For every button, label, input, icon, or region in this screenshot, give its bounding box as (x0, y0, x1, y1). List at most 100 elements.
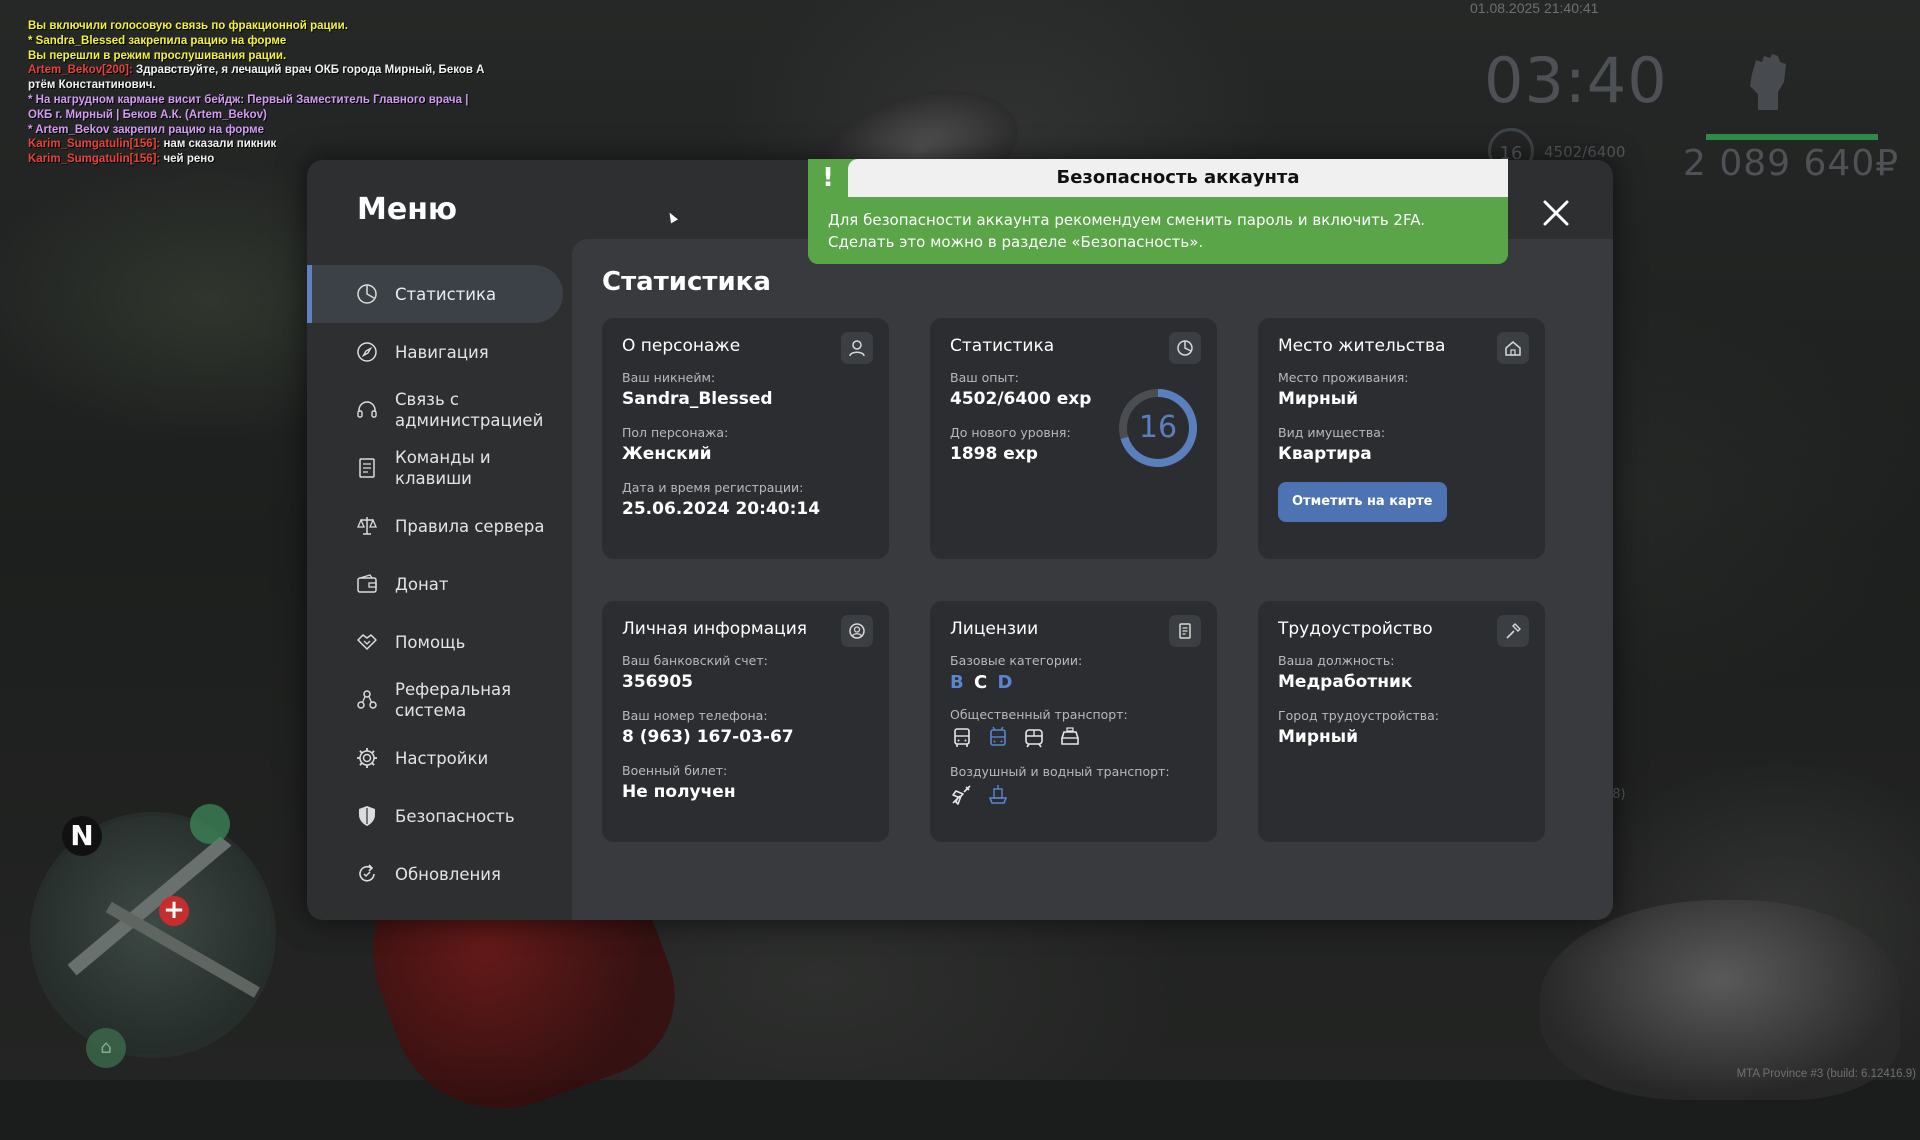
chat-line: ОКБ г. Мирный | Беков А.К. (Artem_Bekov) (28, 108, 508, 123)
chat-text: ртём Константинович. (28, 79, 156, 92)
chat-text: Karim_Sumgatulin[156]: (28, 138, 164, 151)
handshake-icon (355, 630, 379, 654)
field-label: Пол персонажа: (622, 425, 729, 440)
sidebar-item-label: Помощь (395, 632, 466, 652)
nickname-value: Sandra_Blessed (622, 389, 773, 409)
bank-account-value: 356905 (622, 672, 693, 692)
headset-icon (355, 398, 379, 422)
sidebar-item[interactable]: Связь с администрацией (307, 381, 563, 439)
chat-text: Karim_Sumgatulin[156]: (28, 153, 164, 166)
card-heading: Статистика (950, 336, 1055, 356)
field-label: Ваш никнейм: (622, 370, 716, 385)
menu-title: Меню (357, 192, 458, 227)
gear-icon (355, 746, 379, 770)
chat-line: Вы перешли в режим прослушивания рации. (28, 49, 508, 64)
card-heading: Личная информация (622, 619, 808, 639)
sidebar-item[interactable]: Навигация (307, 323, 563, 381)
hud-money: 2 089 640₽ (1683, 143, 1900, 184)
field-label: Общественный транспорт: (950, 707, 1128, 722)
sidebar-item[interactable]: Настройки (307, 729, 563, 787)
plane-icon (952, 785, 971, 805)
military-ticket-value: Не получен (622, 782, 736, 802)
notification-line: Сделать это можно в разделе «Безопасност… (828, 233, 1204, 251)
warning-icon: ! (822, 163, 834, 193)
car-marker-icon (190, 804, 230, 844)
bank-marker-icon: ⌂ (86, 1028, 126, 1068)
chat-text: * Artem_Bekov закрепил рацию на форме (28, 123, 265, 136)
sidebar-item[interactable]: Помощь (307, 613, 563, 671)
sidebar-item-label: Статистика (395, 284, 497, 304)
sidebar-item[interactable]: Реферальная система (307, 671, 563, 729)
refresh-icon (355, 862, 379, 886)
mark-on-map-button[interactable]: Отметить на карте (1278, 482, 1447, 522)
gender-value: Женский (622, 444, 712, 464)
sidebar-item[interactable]: Безопасность (307, 787, 563, 845)
field-label: Вид имущества: (1278, 425, 1386, 440)
pie-chart-icon (1169, 332, 1201, 364)
hud-health-bar (1706, 134, 1878, 140)
employment-card: Трудоустройство Ваша должность: Медработ… (1258, 601, 1545, 842)
sidebar-item[interactable]: Донат (307, 555, 563, 613)
license-categories: B C D (950, 672, 1197, 693)
chat-line: * На нагрудном кармане висит бейдж: Перв… (28, 93, 508, 108)
card-heading: Трудоустройство (1278, 619, 1433, 639)
sidebar-item[interactable]: Правила сервера (307, 497, 563, 555)
menu-sidebar: Статистика Навигация Связь с администрацие… (307, 265, 563, 903)
chat-text: нам сказали пикник (163, 138, 277, 151)
user-icon (841, 332, 873, 364)
pie-chart-icon (355, 282, 379, 306)
chat-line: Вы включили голосовую связь по фракционн… (28, 19, 508, 34)
security-notification: ! Безопасность аккаунта Для безопасности… (808, 159, 1508, 264)
document-icon (355, 456, 379, 480)
sidebar-item-label: Донат (395, 574, 449, 594)
sidebar-item-label: Реферальная система (395, 680, 512, 720)
chat-line: Artem_Bekov[200]: Здравствуйте, я лечащи… (28, 63, 508, 78)
hud-clock: 03:40 (1484, 44, 1668, 117)
hud-exp: 4502/6400 (1544, 143, 1626, 161)
sidebar-item-label: Навигация (395, 342, 489, 362)
chat-text: чей рено (163, 153, 215, 166)
content-title: Статистика (602, 267, 771, 297)
license-category-b: B (950, 672, 966, 693)
notification-title: Безопасность аккаунта (848, 159, 1508, 197)
licenses-card: Лицензии Базовые категории: B C D Общест… (930, 601, 1217, 842)
sidebar-item-label: Безопасность (395, 806, 515, 826)
card-heading: Лицензии (950, 619, 1039, 639)
compass-icon (355, 340, 379, 364)
referral-icon (355, 688, 379, 712)
chat-text: Artem_Bekov[200]: (28, 64, 137, 77)
sidebar-item[interactable]: Обновления (307, 845, 563, 903)
personal-info-card: Личная информация Ваш банковский счет: 3… (602, 601, 889, 842)
field-label: Базовые категории: (950, 653, 1083, 668)
close-button[interactable] (1539, 196, 1573, 230)
sidebar-item-label: Обновления (395, 864, 501, 884)
chat-line: ртём Константинович. (28, 78, 508, 93)
chat-text: ОКБ г. Мирный | Беков А.К. (Artem_Bekov) (28, 108, 267, 121)
stats-card: Статистика Ваш опыт: 4502/6400 exp До но… (930, 318, 1217, 559)
boat-icon (988, 785, 1008, 804)
fist-icon (1742, 52, 1794, 112)
field-label: Воздушный и водный транспорт: (950, 764, 1170, 779)
field-label: Место проживания: (1278, 370, 1409, 385)
scales-icon (355, 514, 379, 538)
chat-text: Здравствуйте, я лечащий врач ОКБ города … (136, 64, 485, 77)
minimap-road (105, 901, 272, 1023)
chat-line: * Sandra_Blessed закрепила рацию на форм… (28, 34, 508, 49)
hammer-icon (1497, 615, 1529, 647)
sidebar-item[interactable]: Статистика (307, 265, 563, 323)
taxi-icon (1061, 727, 1079, 745)
chat-log: Вы включили голосовую связь по фракционн… (28, 19, 508, 167)
field-label: Дата и время регистрации: (622, 480, 804, 495)
close-icon (1543, 200, 1569, 226)
card-heading: Место жительства (1278, 336, 1446, 356)
license-document-icon (1169, 615, 1201, 647)
wallet-icon (355, 572, 379, 596)
air-water-licenses (950, 783, 1197, 807)
build-info: MTA Province #3 (build: 6.12416.9) (1736, 1068, 1916, 1080)
character-card: О персонаже Ваш никнейм: Sandra_Blessed … (602, 318, 889, 559)
registration-value: 25.06.2024 20:40:14 (622, 499, 821, 519)
card-heading: О персонаже (622, 336, 741, 356)
sidebar-item[interactable]: Команды и клавиши (307, 439, 563, 497)
public-transport-licenses (950, 726, 1197, 750)
bus-icon (954, 728, 970, 747)
